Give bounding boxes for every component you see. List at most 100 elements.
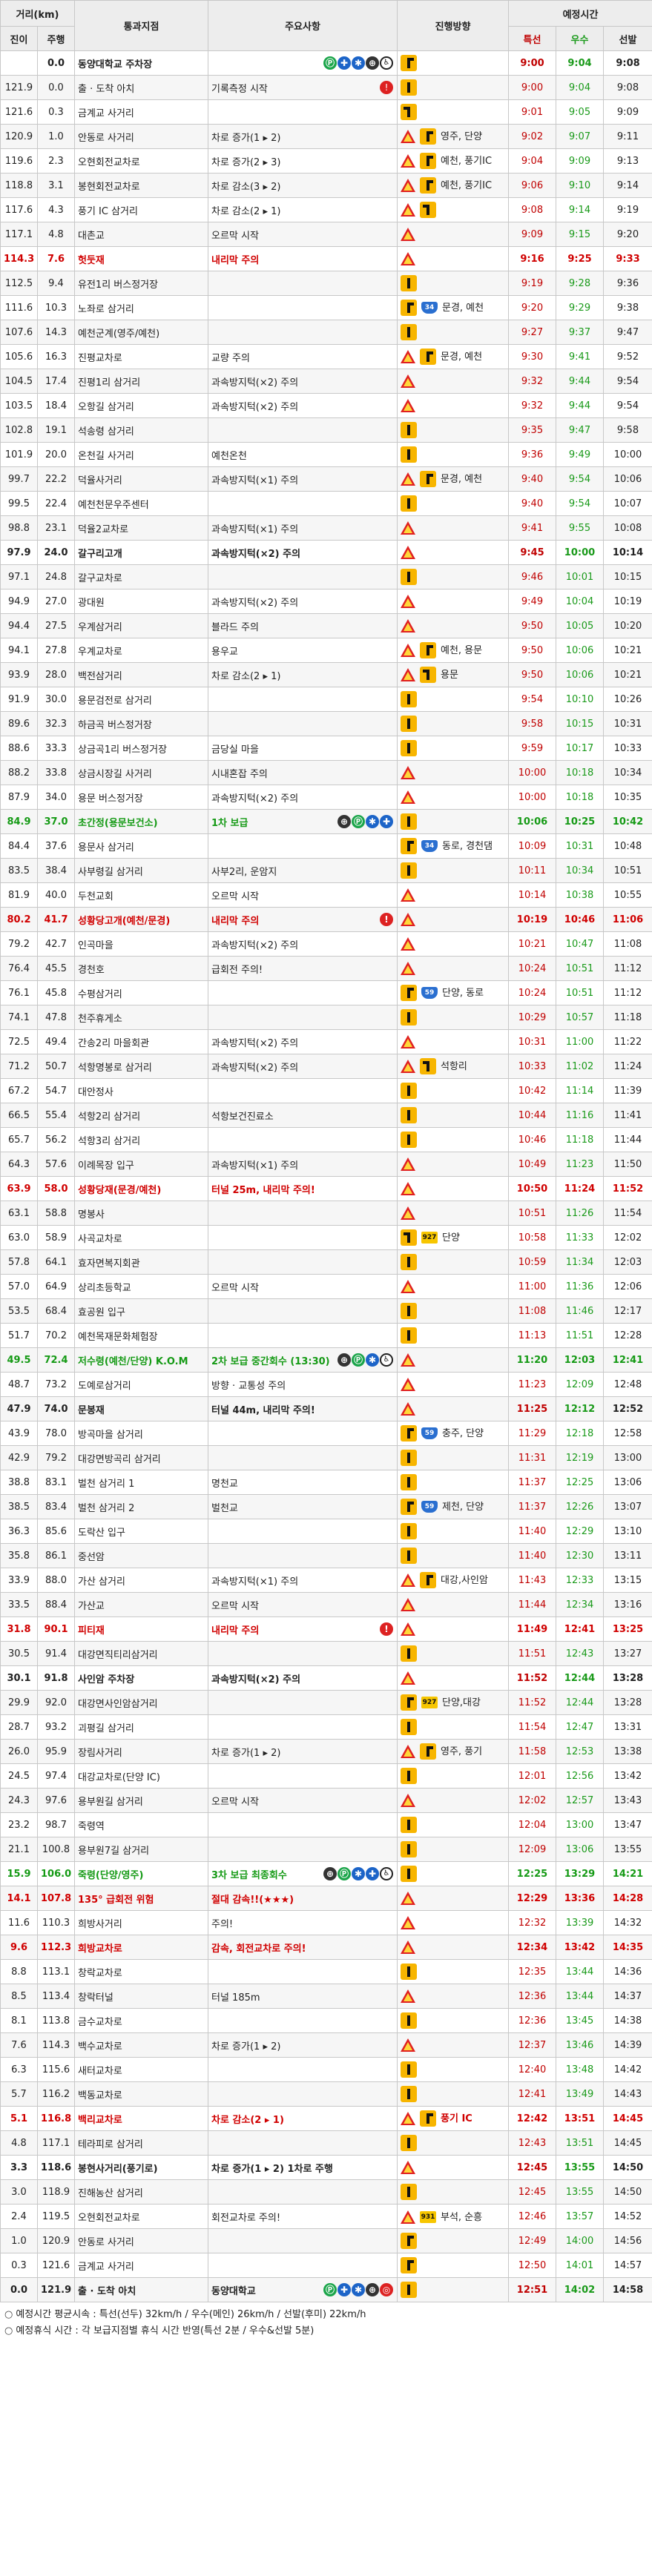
- cell-eta-mid: 10:31: [556, 833, 604, 859]
- cell-eta-fast: 10:00: [508, 785, 556, 810]
- cell-direction: 영주, 풍기: [397, 1739, 509, 1764]
- cell-waypoint: 금수교차로: [74, 2008, 208, 2033]
- cell-eta-fast: 10:00: [508, 760, 556, 785]
- cell-eta-mid: 13:51: [556, 2106, 604, 2131]
- cell-eta-fast: 9:00: [508, 50, 556, 76]
- cell-eta-slow: 11:06: [602, 907, 652, 932]
- table-row: 117.1 4.8 대촌교 오르막 시작 9:09 9:15 9:20: [0, 222, 652, 247]
- warning-icon: [401, 350, 415, 364]
- cell-notes: 내리막 주의: [208, 246, 398, 271]
- cell-eta-mid: 12:25: [556, 1470, 604, 1495]
- table-row: 97.9 24.0 갈구리고개 과속방지턱(×2) 주의 9:45 10:00 10:14: [0, 540, 652, 565]
- cell-eta-slow: 12:41: [602, 1347, 652, 1373]
- cell-direction: [397, 1127, 509, 1152]
- cell-notes: 방향 · 교통성 주의: [208, 1372, 398, 1397]
- cell-eta-fast: 9:16: [508, 246, 556, 271]
- cell-cumulative-km: 89.6: [0, 711, 38, 736]
- table-row: 1.0 120.9 안동로 사거리 12:49 14:00 14:56: [0, 2228, 652, 2253]
- cell-notes: 차로 감소(2 ▸ 1): [208, 2106, 398, 2131]
- facility-icon: ✚: [366, 1866, 379, 1880]
- cell-waypoint: 광대원: [74, 589, 208, 614]
- cell-leg-km: 32.3: [37, 711, 75, 736]
- cell-leg-km: 121.6: [37, 2253, 75, 2278]
- warning-icon: [401, 546, 415, 559]
- notes-text: 차로 감소(2 ▸ 1): [211, 205, 281, 217]
- notes-text: 과속방지턱(×1) 주의: [211, 524, 299, 535]
- cell-eta-mid: 12:09: [556, 1372, 604, 1397]
- cell-waypoint: 예천천문우주센터: [74, 491, 208, 516]
- cell-cumulative-km: 84.9: [0, 809, 38, 834]
- cell-cumulative-km: 0.0: [0, 2277, 38, 2302]
- facility-icon: ✚: [337, 56, 351, 70]
- cell-eta-slow: 13:43: [602, 1788, 652, 1813]
- cell-eta-fast: 12:50: [508, 2253, 556, 2278]
- cell-eta-fast: 12:04: [508, 1812, 556, 1837]
- cell-cumulative-km: 84.4: [0, 833, 38, 859]
- cell-leg-km: 97.4: [37, 1763, 75, 1789]
- turn-right-icon: [420, 1743, 436, 1760]
- cell-eta-slow: 11:08: [602, 931, 652, 957]
- facility-icon: ✱: [352, 2282, 365, 2296]
- table-row: 48.7 73.2 도예로삼거리 방향 · 교통성 주의 11:23 12:09 12:48: [0, 1372, 652, 1397]
- cell-waypoint: 희방교차로: [74, 1935, 208, 1960]
- cell-direction: [397, 320, 509, 345]
- cell-leg-km: 106.0: [37, 1861, 75, 1886]
- cell-eta-slow: 11:18: [602, 1005, 652, 1030]
- table-row: 64.3 57.6 이례목장 입구 과속방지턱(×1) 주의 10:49 11:23 11:…: [0, 1152, 652, 1177]
- turn-left-icon: [401, 1229, 417, 1246]
- cell-direction: [397, 1910, 509, 1935]
- cell-notes: [208, 271, 398, 296]
- cell-eta-fast: 10:06: [508, 809, 556, 834]
- facility-icon: ⊕: [366, 56, 379, 70]
- cell-cumulative-km: 42.9: [0, 1445, 38, 1470]
- cell-notes: 과속방지턱(×1) 주의: [208, 515, 398, 541]
- cell-cumulative-km: 99.5: [0, 491, 38, 516]
- cell-eta-mid: 9:15: [556, 222, 604, 247]
- cell-eta-fast: 10:29: [508, 1005, 556, 1030]
- warning-icon: [401, 1378, 415, 1391]
- cell-eta-mid: 9:14: [556, 197, 604, 222]
- cell-cumulative-km: 49.5: [0, 1347, 38, 1373]
- cell-eta-slow: 11:44: [602, 1127, 652, 1152]
- table-row: 120.9 1.0 안동로 사거리 차로 증가(1 ▸ 2) 영주, 단양 9:02 9:0…: [0, 124, 652, 149]
- cell-direction: 예천, 용문: [397, 638, 509, 663]
- cell-waypoint: 효자면복지회관: [74, 1249, 208, 1275]
- cell-direction: [397, 2155, 509, 2180]
- cell-waypoint: 사부령길 삼거리: [74, 858, 208, 883]
- cell-cumulative-km: 99.7: [0, 466, 38, 492]
- cell-leg-km: 50.7: [37, 1054, 75, 1079]
- cell-cumulative-km: 28.7: [0, 1714, 38, 1740]
- cell-direction: [397, 1616, 509, 1642]
- facility-icons: !: [380, 80, 394, 94]
- table-row: 93.9 28.0 백전삼거리 차로 감소(2 ▸ 1) 용문 9:50 10:06 10:2…: [0, 662, 652, 687]
- straight-icon: [401, 740, 417, 756]
- table-row: 4.8 117.1 테라피로 삼거리 12:43 13:51 14:45: [0, 2130, 652, 2156]
- cell-leg-km: 24.0: [37, 540, 75, 565]
- cell-waypoint: 대강면사인암삼거리: [74, 1690, 208, 1715]
- cell-waypoint: 상금곡1리 버스정거장: [74, 736, 208, 761]
- table-row: 28.7 93.2 괴평길 삼거리 11:54 12:47 13:31: [0, 1714, 652, 1740]
- table-row: 49.5 72.4 저수령(예천/단양) K.O.M 2차 보급 중간회수 (13:3…: [0, 1347, 652, 1373]
- cell-eta-fast: 11:23: [508, 1372, 556, 1397]
- cell-waypoint: 초간정(용문보건소): [74, 809, 208, 834]
- cell-notes: [208, 417, 398, 443]
- cell-waypoint: 경천호: [74, 956, 208, 981]
- facility-icon: !: [380, 912, 393, 926]
- cell-eta-mid: 10:34: [556, 858, 604, 883]
- warning-icon: [401, 1206, 415, 1220]
- cell-direction: [397, 858, 509, 883]
- cell-eta-fast: 10:11: [508, 858, 556, 883]
- cell-leg-km: 121.9: [37, 2277, 75, 2302]
- cell-cumulative-km: 76.1: [0, 980, 38, 1005]
- cell-eta-mid: 9:28: [556, 271, 604, 296]
- cell-eta-fast: 9:06: [508, 173, 556, 198]
- cell-eta-mid: 11:16: [556, 1103, 604, 1128]
- cell-eta-slow: 14:43: [602, 2081, 652, 2107]
- cell-leg-km: 78.0: [37, 1421, 75, 1446]
- cell-eta-fast: 11:37: [508, 1494, 556, 1519]
- route-sheet: 거리(km) 통과지점 주요사항 진행방향 예정시간 진이 주행 특선 우수 선…: [0, 0, 652, 2344]
- warning-icon: [401, 1182, 415, 1195]
- cell-direction: [397, 589, 509, 614]
- cell-eta-fast: 12:34: [508, 1935, 556, 1960]
- cell-eta-fast: 11:00: [508, 1274, 556, 1299]
